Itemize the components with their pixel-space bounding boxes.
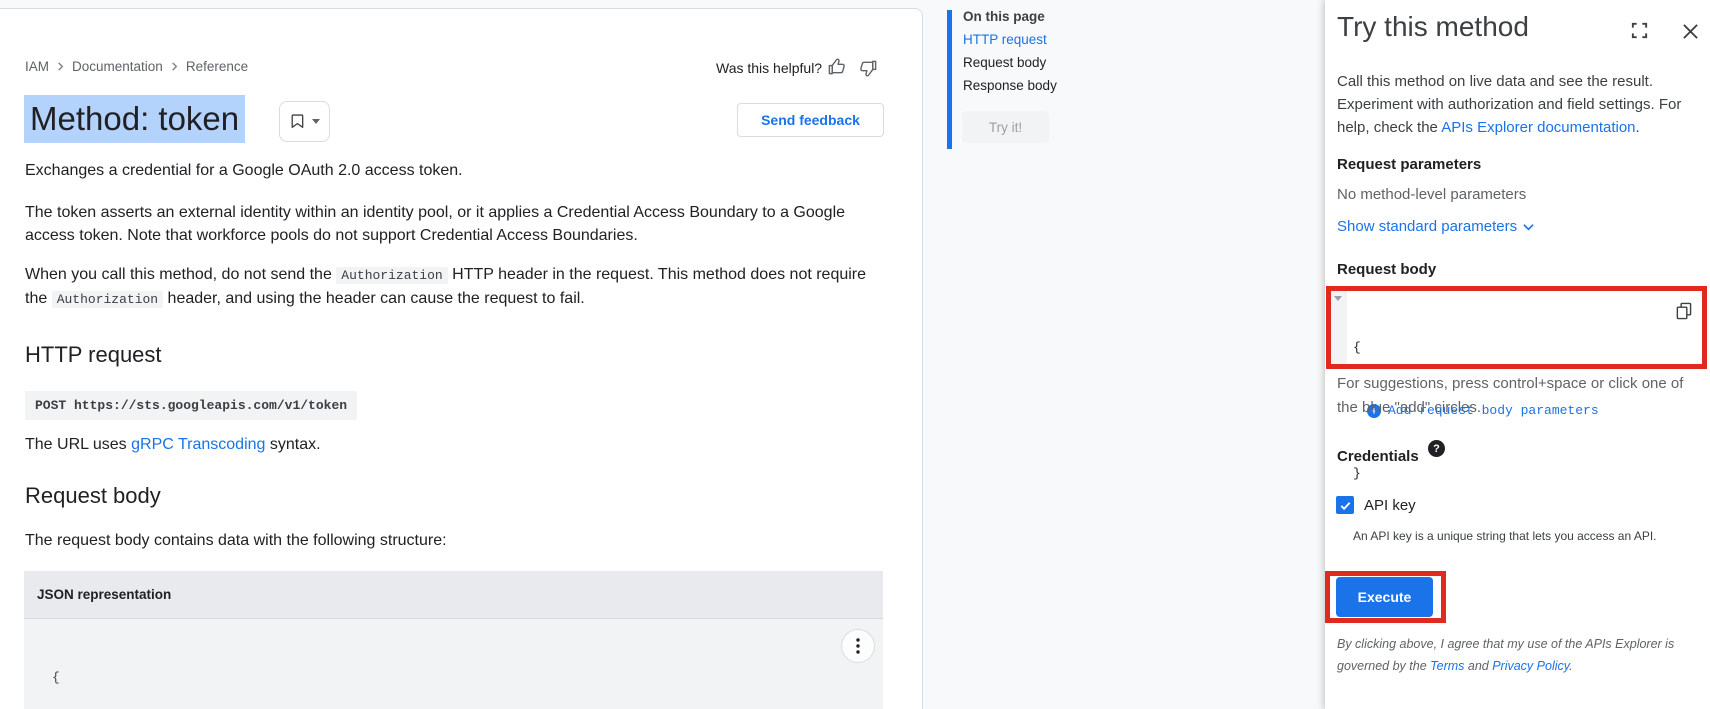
code-actions-menu-button[interactable] xyxy=(841,629,875,663)
chevron-down-icon xyxy=(1523,223,1534,231)
panel-description: Call this method on live data and see th… xyxy=(1337,70,1691,139)
show-standard-parameters-link[interactable]: Show standard parameters xyxy=(1337,218,1534,235)
breadcrumb-reference[interactable]: Reference xyxy=(186,59,248,74)
request-body-heading: Request body xyxy=(25,483,161,509)
breadcrumb-documentation[interactable]: Documentation xyxy=(72,59,163,74)
terms-link[interactable]: Terms xyxy=(1430,659,1464,673)
doc-content-card: IAM Documentation Reference Was this hel… xyxy=(0,8,923,709)
token-description-paragraph: The token asserts an external identity w… xyxy=(25,202,893,247)
json-code-block: { "grantType": string, "audience": strin… xyxy=(24,619,883,709)
try-it-button[interactable]: Try it! xyxy=(962,111,1049,143)
breadcrumb-iam[interactable]: IAM xyxy=(25,59,49,74)
authorization-code-chip: Authorization xyxy=(336,267,447,284)
help-icon[interactable]: ? xyxy=(1428,440,1445,457)
bookmark-icon xyxy=(290,113,305,130)
http-request-code: POST https://sts.googleapis.com/v1/token xyxy=(25,391,357,420)
apis-explorer-doc-link[interactable]: APIs Explorer documentation xyxy=(1441,119,1635,136)
request-parameters-heading: Request parameters xyxy=(1337,156,1481,173)
code-line: } xyxy=(1331,463,1702,484)
annotation-box-request-body: { + Add request body parameters } xyxy=(1326,286,1707,369)
api-key-checkbox[interactable] xyxy=(1336,496,1354,514)
grpc-transcoding-line: The URL uses gRPC Transcoding syntax. xyxy=(25,436,321,454)
intro-paragraph: Exchanges a credential for a Google OAut… xyxy=(25,160,885,183)
toc-link-response-body[interactable]: Response body xyxy=(963,78,1057,93)
grpc-transcoding-link[interactable]: gRPC Transcoding xyxy=(131,436,265,453)
page-title: Method: token xyxy=(24,95,245,143)
no-parameters-text: No method-level parameters xyxy=(1337,186,1526,203)
fullscreen-icon[interactable] xyxy=(1628,19,1650,41)
close-icon[interactable] xyxy=(1679,20,1701,42)
execute-button[interactable]: Execute xyxy=(1336,577,1433,617)
chevron-right-icon xyxy=(56,62,65,71)
api-key-label[interactable]: API key xyxy=(1364,497,1416,514)
api-key-description: An API key is a unique string that lets … xyxy=(1353,529,1698,543)
credentials-heading: Credentials xyxy=(1337,448,1419,465)
on-this-page-title: On this page xyxy=(963,9,1045,24)
page: IAM Documentation Reference Was this hel… xyxy=(0,0,1710,709)
toc-link-http-request[interactable]: HTTP request xyxy=(963,32,1047,47)
try-this-method-panel: Try this method Call this method on live… xyxy=(1325,0,1710,709)
toc-link-request-body[interactable]: Request body xyxy=(963,55,1046,70)
request-body-editor[interactable]: { + Add request body parameters } xyxy=(1331,291,1702,364)
request-body-intro: The request body contains data with the … xyxy=(25,532,447,550)
privacy-policy-link[interactable]: Privacy Policy xyxy=(1492,659,1569,673)
http-request-heading: HTTP request xyxy=(25,342,162,368)
code-line: { xyxy=(52,667,883,689)
chevron-down-icon xyxy=(312,119,320,124)
chevron-right-icon xyxy=(170,62,179,71)
suggestions-hint: For suggestions, press control+space or … xyxy=(1337,372,1695,419)
authorization-code-chip: Authorization xyxy=(52,291,163,308)
bookmark-button[interactable] xyxy=(279,101,330,142)
json-representation-table: JSON representation { "grantType": strin… xyxy=(24,571,883,709)
was-this-helpful-label: Was this helpful? xyxy=(716,60,822,76)
breadcrumb: IAM Documentation Reference xyxy=(25,59,248,74)
authorization-warning-paragraph: When you call this method, do not send t… xyxy=(25,263,873,311)
copy-icon[interactable] xyxy=(1675,302,1693,320)
toc-accent-bar xyxy=(947,10,952,149)
thumbs-down-icon[interactable] xyxy=(858,58,878,78)
kebab-menu-icon xyxy=(856,638,860,654)
checkmark-icon xyxy=(1339,499,1352,512)
panel-title: Try this method xyxy=(1337,11,1529,43)
legal-text: By clicking above, I agree that my use o… xyxy=(1337,633,1710,677)
code-line: { xyxy=(1331,337,1702,358)
json-table-header: JSON representation xyxy=(24,571,883,619)
thumbs-up-icon[interactable] xyxy=(826,56,846,76)
send-feedback-button[interactable]: Send feedback xyxy=(737,103,884,137)
panel-request-body-heading: Request body xyxy=(1337,261,1436,278)
